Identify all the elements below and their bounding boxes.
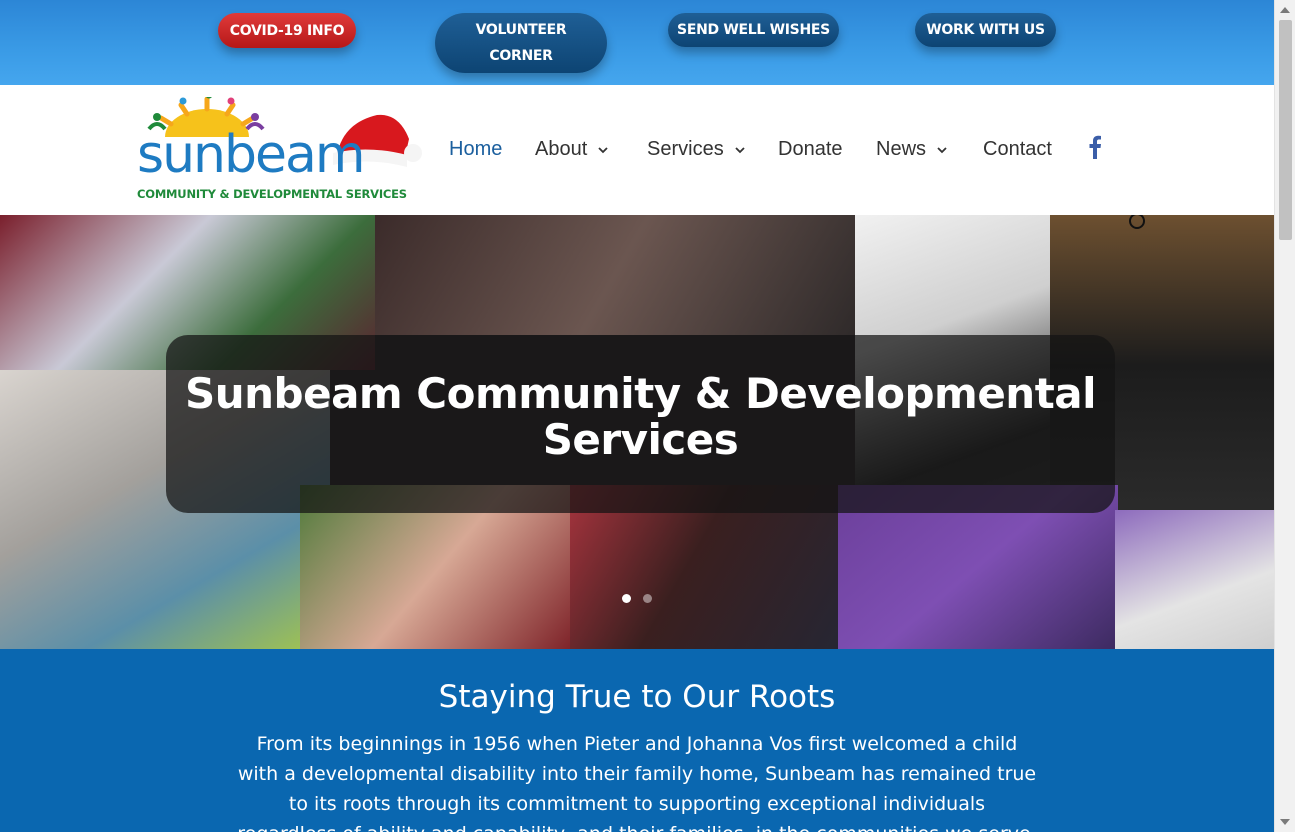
top-utility-bar: COVID-19 INFO VOLUNTEER CORNER SEND WELL…: [0, 0, 1274, 85]
logo-tagline: COMMUNITY & DEVELOPMENTAL SERVICES: [137, 187, 407, 201]
nav-label-about: About: [535, 138, 588, 160]
slider-dot-2[interactable]: [643, 594, 652, 603]
about-heading: Staying True to Our Roots: [438, 679, 836, 715]
send-well-wishes-button[interactable]: SEND WELL WISHES: [668, 13, 839, 47]
nav-label-news: News: [876, 138, 927, 160]
nav-item-news[interactable]: News: [876, 138, 948, 161]
scroll-up-arrow-icon[interactable]: [1280, 7, 1290, 13]
nav-item-services[interactable]: Services: [647, 138, 746, 161]
nav-item-home[interactable]: Home: [449, 138, 502, 161]
chevron-down-icon: [937, 146, 947, 153]
nav-item-about[interactable]: About: [535, 138, 609, 161]
hero-slider: Sunbeam Community & Developmental Servic…: [0, 215, 1274, 649]
slider-dot-1[interactable]: [622, 594, 631, 603]
about-body: From its beginnings in 1956 when Pieter …: [237, 733, 1037, 832]
chevron-down-icon: [735, 146, 745, 153]
volunteer-corner-label-line1: VOLUNTEER: [475, 22, 567, 38]
hero-photo-santa: [1115, 510, 1274, 649]
covid-info-label: COVID-19 INFO: [229, 22, 345, 39]
nav-label-donate: Donate: [778, 138, 843, 160]
sunbeam-logo[interactable]: sunbeam COMMUNITY & DEVELOPMENTAL SERVIC…: [137, 97, 427, 207]
work-with-us-label: WORK WITH US: [926, 22, 1045, 38]
scroll-down-arrow-icon[interactable]: [1280, 819, 1290, 825]
vertical-scrollbar[interactable]: [1274, 0, 1295, 832]
nav-item-contact[interactable]: Contact: [983, 138, 1052, 161]
nav-label-services: Services: [647, 138, 724, 160]
chevron-down-icon: [598, 146, 608, 153]
send-well-wishes-label: SEND WELL WISHES: [677, 22, 830, 38]
scrollbar-thumb[interactable]: [1279, 20, 1292, 240]
site-header: sunbeam COMMUNITY & DEVELOPMENTAL SERVIC…: [0, 85, 1274, 215]
facebook-icon[interactable]: [1088, 135, 1102, 159]
about-section: Staying True to Our Roots From its begin…: [0, 649, 1274, 832]
hero-photo-group: [375, 215, 855, 335]
work-with-us-button[interactable]: WORK WITH US: [915, 13, 1056, 47]
volunteer-corner-label-line2: CORNER: [489, 48, 553, 64]
covid-info-button[interactable]: COVID-19 INFO: [218, 13, 356, 48]
nav-label-contact: Contact: [983, 138, 1052, 160]
logo-wordmark: sunbeam: [137, 125, 366, 185]
volunteer-corner-button[interactable]: VOLUNTEER CORNER: [435, 13, 607, 73]
nav-label-home: Home: [449, 138, 503, 160]
hero-title: Sunbeam Community & Developmental Servic…: [184, 369, 1097, 464]
nav-item-donate[interactable]: Donate: [778, 138, 843, 161]
